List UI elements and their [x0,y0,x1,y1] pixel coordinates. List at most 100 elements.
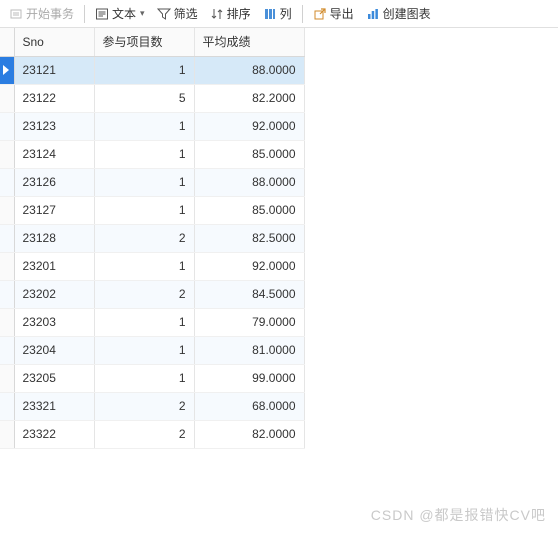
row-gutter[interactable] [0,112,14,140]
text-button[interactable]: 文本 ▾ [90,3,150,24]
row-gutter[interactable] [0,420,14,448]
row-gutter[interactable] [0,168,14,196]
cell-avg[interactable]: 79.0000 [194,308,304,336]
cell-sno[interactable]: 23204 [14,336,94,364]
columns-button[interactable]: 列 [258,3,297,24]
table-row[interactable]: 23126188.0000 [0,168,304,196]
cell-avg[interactable]: 88.0000 [194,56,304,84]
row-gutter[interactable] [0,308,14,336]
table-row[interactable]: 23205199.0000 [0,364,304,392]
cell-count[interactable]: 1 [94,112,194,140]
cell-count[interactable]: 5 [94,84,194,112]
text-icon [95,7,109,21]
cell-sno[interactable]: 23122 [14,84,94,112]
cell-avg[interactable]: 85.0000 [194,196,304,224]
separator [302,5,303,23]
watermark: CSDN @都是报错快CV吧 [371,505,546,525]
table-row[interactable]: 23124185.0000 [0,140,304,168]
cell-avg[interactable]: 92.0000 [194,112,304,140]
text-label: 文本 [112,5,136,22]
table-row[interactable]: 23128282.5000 [0,224,304,252]
cell-avg[interactable]: 85.0000 [194,140,304,168]
row-gutter[interactable] [0,392,14,420]
row-gutter[interactable] [0,84,14,112]
cell-sno[interactable]: 23123 [14,112,94,140]
row-gutter[interactable] [0,224,14,252]
row-gutter[interactable] [0,280,14,308]
cell-sno[interactable]: 23121 [14,56,94,84]
cell-count[interactable]: 1 [94,140,194,168]
cell-sno[interactable]: 23201 [14,252,94,280]
cell-count[interactable]: 1 [94,336,194,364]
filter-button[interactable]: 筛选 [152,3,203,24]
cell-sno[interactable]: 23126 [14,168,94,196]
cell-count[interactable]: 1 [94,168,194,196]
create-chart-button[interactable]: 创建图表 [361,3,436,24]
transaction-icon [9,7,23,21]
cell-count[interactable]: 1 [94,308,194,336]
row-gutter[interactable] [0,336,14,364]
cell-avg[interactable]: 88.0000 [194,168,304,196]
cell-count[interactable]: 1 [94,56,194,84]
filter-label: 筛选 [174,5,198,22]
cell-avg[interactable]: 82.0000 [194,420,304,448]
table-row[interactable]: 23202284.5000 [0,280,304,308]
filter-icon [157,7,171,21]
table-row[interactable]: 23201192.0000 [0,252,304,280]
table-row[interactable]: 23204181.0000 [0,336,304,364]
table-row[interactable]: 23203179.0000 [0,308,304,336]
cell-sno[interactable]: 23205 [14,364,94,392]
col-sno[interactable]: Sno [14,28,94,56]
cell-avg[interactable]: 68.0000 [194,392,304,420]
cell-count[interactable]: 1 [94,196,194,224]
row-gutter[interactable] [0,140,14,168]
cell-sno[interactable]: 23127 [14,196,94,224]
row-gutter[interactable] [0,56,14,84]
cell-count[interactable]: 1 [94,252,194,280]
row-gutter[interactable] [0,196,14,224]
chart-icon [366,7,380,21]
gutter-header [0,28,14,56]
cell-avg[interactable]: 92.0000 [194,252,304,280]
table-row[interactable]: 23127185.0000 [0,196,304,224]
cell-avg[interactable]: 82.2000 [194,84,304,112]
cell-sno[interactable]: 23322 [14,420,94,448]
table-row[interactable]: 23121188.0000 [0,56,304,84]
columns-label: 列 [280,5,292,22]
cell-count[interactable]: 2 [94,224,194,252]
cell-sno[interactable]: 23128 [14,224,94,252]
dropdown-icon: ▾ [140,8,145,19]
cell-count[interactable]: 2 [94,392,194,420]
row-gutter[interactable] [0,364,14,392]
cell-avg[interactable]: 84.5000 [194,280,304,308]
export-button[interactable]: 导出 [308,3,359,24]
cell-sno[interactable]: 23202 [14,280,94,308]
sort-button[interactable]: 排序 [205,3,256,24]
col-count[interactable]: 参与项目数 [94,28,194,56]
export-label: 导出 [330,5,354,22]
cell-sno[interactable]: 23321 [14,392,94,420]
table-row[interactable]: 23122582.2000 [0,84,304,112]
cell-avg[interactable]: 82.5000 [194,224,304,252]
data-grid[interactable]: Sno 参与项目数 平均成绩 23121188.000023122582.200… [0,28,305,449]
sort-label: 排序 [227,5,251,22]
row-gutter[interactable] [0,252,14,280]
cell-sno[interactable]: 23124 [14,140,94,168]
begin-transaction-label: 开始事务 [26,5,74,22]
cell-count[interactable]: 1 [94,364,194,392]
table-row[interactable]: 23322282.0000 [0,420,304,448]
columns-icon [263,7,277,21]
table-row[interactable]: 23123192.0000 [0,112,304,140]
toolbar: 开始事务 文本 ▾ 筛选 排序 列 导出 创建图表 [0,0,558,28]
cell-count[interactable]: 2 [94,420,194,448]
cell-count[interactable]: 2 [94,280,194,308]
export-icon [313,7,327,21]
create-chart-label: 创建图表 [383,5,431,22]
col-avg[interactable]: 平均成绩 [194,28,304,56]
cell-avg[interactable]: 81.0000 [194,336,304,364]
table-row[interactable]: 23321268.0000 [0,392,304,420]
begin-transaction-button: 开始事务 [4,3,79,24]
cell-avg[interactable]: 99.0000 [194,364,304,392]
separator [84,5,85,23]
cell-sno[interactable]: 23203 [14,308,94,336]
